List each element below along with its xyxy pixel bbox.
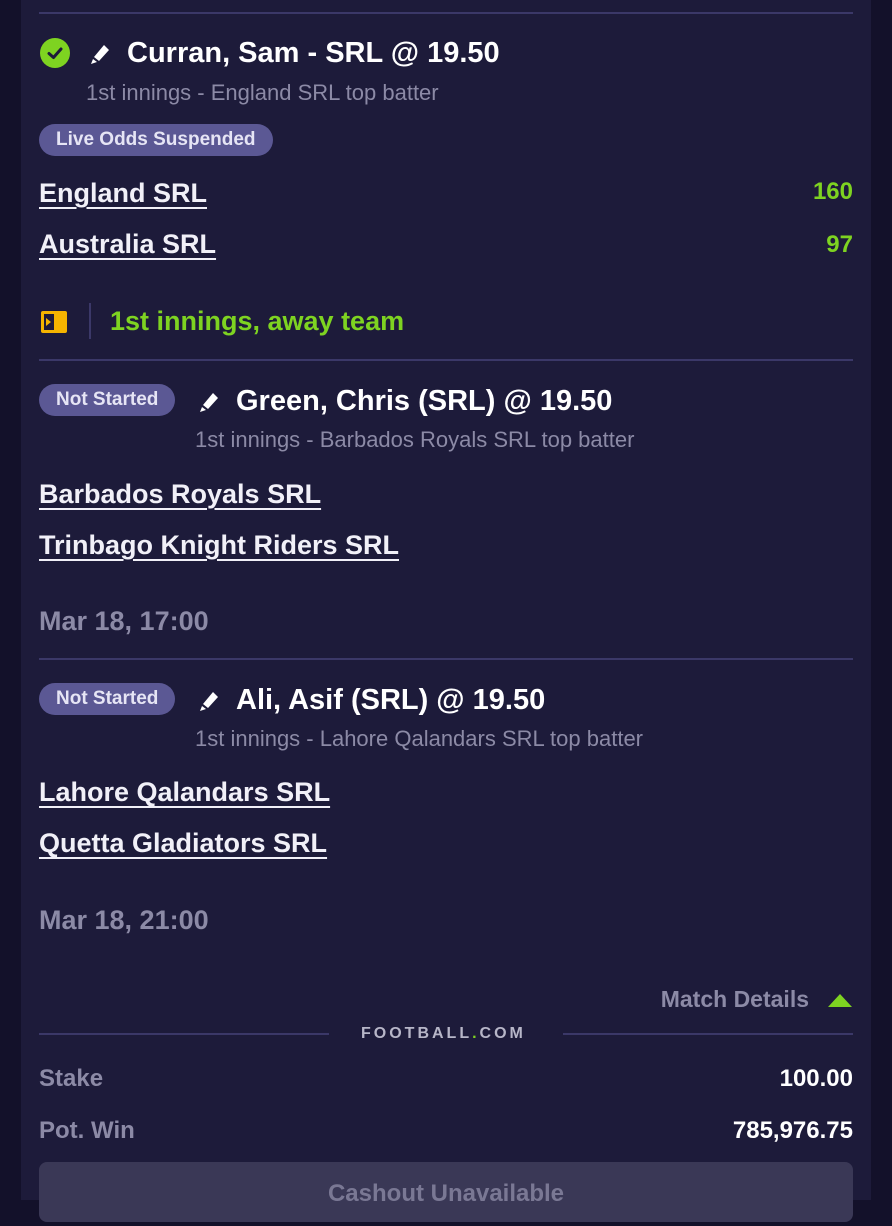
- live-divider: [89, 303, 91, 339]
- scoreboard-icon: [41, 311, 67, 333]
- team-score: 97: [826, 231, 853, 258]
- brand-line-left: [39, 1033, 329, 1035]
- caret-up-icon: [828, 993, 852, 1007]
- bet-title: Green, Chris (SRL) @ 19.50: [236, 385, 613, 417]
- team-link[interactable]: Lahore Qalandars SRL: [39, 777, 330, 808]
- pen-icon: [200, 393, 218, 412]
- status-badge: Not Started: [39, 384, 176, 416]
- divider-bet-2: [39, 658, 853, 660]
- bet-subtitle: 1st innings - Lahore Qalandars SRL top b…: [195, 726, 644, 751]
- odds-suspended-badge: Live Odds Suspended: [39, 124, 273, 156]
- status-badge: Not Started: [39, 683, 176, 715]
- team-link[interactable]: England SRL: [39, 178, 207, 209]
- bet-subtitle: 1st innings - Barbados Royals SRL top ba…: [195, 427, 635, 452]
- brand-logo: FOOTBALL.COM: [361, 1025, 526, 1043]
- stake-value: 100.00: [779, 1065, 853, 1092]
- bet-title: Ali, Asif (SRL) @ 19.50: [236, 684, 546, 716]
- pot-win-label: Pot. Win: [39, 1117, 135, 1144]
- team-link[interactable]: Barbados Royals SRL: [39, 479, 321, 510]
- bet-title: Curran, Sam - SRL @ 19.50: [127, 37, 500, 69]
- brand-text: FOOTBALL: [361, 1025, 473, 1042]
- team-link[interactable]: Quetta Gladiators SRL: [39, 828, 327, 859]
- match-datetime: Mar 18, 17:00: [39, 606, 209, 636]
- pot-win-value: 785,976.75: [732, 1117, 853, 1144]
- match-details-label: Match Details: [660, 986, 809, 1012]
- brand-text: COM: [479, 1025, 526, 1042]
- check-circle-icon: [40, 38, 70, 68]
- brand-dot: .: [472, 1025, 480, 1042]
- divider-top: [39, 12, 853, 14]
- match-datetime: Mar 18, 21:00: [39, 905, 209, 935]
- cashout-button[interactable]: Cashout Unavailable: [39, 1162, 853, 1222]
- match-details-toggle[interactable]: Match Details: [661, 986, 853, 1013]
- live-status: 1st innings, away team: [110, 306, 405, 336]
- divider-bet-1: [39, 359, 853, 361]
- brand-line-right: [563, 1033, 853, 1035]
- bet-subtitle: 1st innings - England SRL top batter: [86, 80, 439, 105]
- team-link[interactable]: Australia SRL: [39, 229, 216, 260]
- team-score: 160: [812, 178, 853, 205]
- stake-label: Stake: [39, 1065, 104, 1092]
- pen-icon: [200, 692, 218, 711]
- pen-icon: [91, 45, 109, 64]
- team-link[interactable]: Trinbago Knight Riders SRL: [39, 530, 399, 561]
